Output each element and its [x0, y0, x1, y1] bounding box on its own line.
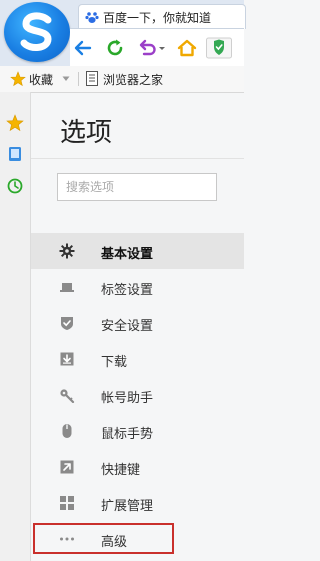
bookmark-site-link[interactable]: 浏览器之家	[103, 71, 163, 88]
undo-dropdown-icon[interactable]	[158, 37, 166, 59]
tab-title: 百度一下，你就知道	[103, 11, 212, 25]
refresh-icon[interactable]	[104, 37, 126, 59]
back-arrow-icon[interactable]	[72, 37, 94, 59]
browser-toolbar	[70, 28, 244, 67]
chevron-down-icon[interactable]	[62, 76, 70, 82]
menu-item-shortcuts[interactable]: 快捷键	[31, 449, 244, 485]
gear-icon	[59, 243, 75, 259]
browser-tab[interactable]: 百度一下，你就知道	[78, 4, 246, 29]
mouse-icon	[62, 424, 72, 438]
home-icon[interactable]	[176, 37, 198, 59]
undo-icon[interactable]	[136, 37, 158, 59]
title-divider	[31, 158, 244, 159]
menu-item-security-settings[interactable]: 安全设置	[31, 305, 244, 341]
page-icon	[86, 71, 98, 86]
star-icon[interactable]	[6, 114, 24, 132]
menu-item-basic-settings[interactable]: 基本设置	[31, 233, 244, 269]
highlight-annotation-box	[33, 523, 174, 554]
menu-item-label: 下载	[101, 355, 128, 370]
menu-item-account-assistant[interactable]: 帐号助手	[31, 377, 244, 413]
favorites-star-icon	[10, 71, 26, 87]
menu-item-label: 鼠标手势	[101, 427, 154, 442]
menu-item-label: 帐号助手	[101, 391, 154, 406]
settings-menu: 基本设置 标签设置 安全设置 下载 帐号助手 鼠标手势 快捷键 扩展管理 高级	[31, 233, 244, 557]
menu-item-label: 基本设置	[101, 247, 154, 262]
menu-item-label: 安全设置	[101, 319, 154, 334]
laptop-icon	[60, 283, 74, 292]
bookmarks-bar: 收藏 浏览器之家	[0, 66, 244, 93]
menu-item-mouse-gestures[interactable]: 鼠标手势	[31, 413, 244, 449]
search-input[interactable]	[57, 173, 217, 201]
shield-check-icon	[61, 317, 73, 330]
menu-item-extensions[interactable]: 扩展管理	[31, 485, 244, 521]
menu-item-label: 标签设置	[101, 283, 154, 298]
sogou-browser-logo[interactable]	[4, 2, 70, 62]
arrow-box-icon	[60, 460, 74, 474]
download-icon	[60, 352, 74, 366]
tablet-icon[interactable]	[7, 146, 23, 162]
browser-titlebar: 百度一下，你就知道	[0, 0, 246, 67]
menu-item-label: 扩展管理	[101, 499, 154, 514]
key-icon	[60, 389, 75, 403]
menu-item-label: 快捷键	[101, 463, 141, 478]
security-shield-icon[interactable]	[206, 37, 232, 59]
page-title: 选项	[60, 118, 113, 148]
menu-item-downloads[interactable]: 下载	[31, 341, 244, 377]
grid-icon	[60, 496, 74, 510]
baidu-paw-icon	[85, 12, 99, 23]
clock-icon[interactable]	[7, 178, 23, 194]
menu-item-tab-settings[interactable]: 标签设置	[31, 269, 244, 305]
bookmarks-divider	[78, 72, 79, 86]
favorites-menu[interactable]: 收藏	[29, 71, 53, 88]
side-rail	[0, 92, 31, 561]
